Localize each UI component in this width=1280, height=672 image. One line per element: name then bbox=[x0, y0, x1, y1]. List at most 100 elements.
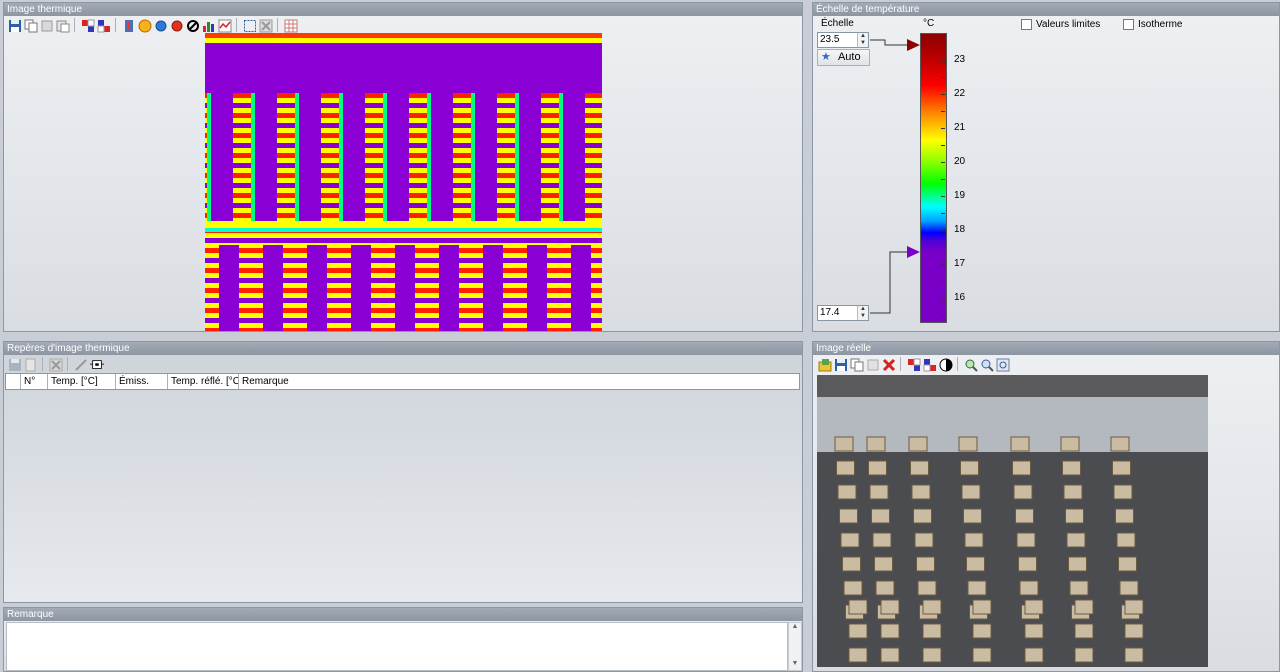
markers-toolbar bbox=[7, 355, 105, 373]
chair bbox=[848, 623, 868, 639]
chair bbox=[1116, 532, 1136, 548]
echelle-label: Échelle bbox=[821, 18, 854, 29]
save-icon[interactable] bbox=[7, 18, 21, 32]
chair bbox=[1066, 532, 1086, 548]
chair bbox=[1074, 647, 1094, 663]
chair bbox=[866, 436, 886, 452]
chair bbox=[1124, 623, 1144, 639]
thermal-column bbox=[475, 93, 497, 221]
coldspot-icon[interactable] bbox=[153, 18, 167, 32]
contrast-icon[interactable] bbox=[938, 357, 953, 372]
palette-icon[interactable] bbox=[906, 357, 921, 371]
toolbar-separator bbox=[115, 18, 116, 32]
chair bbox=[837, 484, 857, 500]
copy-icon[interactable] bbox=[23, 18, 38, 33]
chair bbox=[1065, 508, 1084, 524]
paste-icon[interactable] bbox=[865, 357, 879, 371]
export-icon[interactable] bbox=[89, 357, 105, 371]
chair bbox=[1015, 508, 1034, 524]
thermal-image[interactable] bbox=[205, 33, 602, 331]
real-image-panel: Image réelle bbox=[812, 341, 1280, 672]
palette-icon[interactable] bbox=[80, 18, 95, 32]
chair bbox=[1024, 647, 1044, 663]
thermal-edge bbox=[205, 228, 602, 232]
checkbox-box[interactable] bbox=[1021, 19, 1032, 30]
column-header[interactable]: Remarque bbox=[239, 374, 799, 389]
zoom-out-icon[interactable] bbox=[979, 357, 994, 372]
paste-icon[interactable] bbox=[55, 18, 70, 33]
chair bbox=[958, 436, 978, 452]
isotherme-checkbox[interactable]: Isotherme bbox=[1123, 19, 1182, 30]
chair bbox=[871, 508, 890, 524]
chair bbox=[1112, 460, 1131, 476]
delete-icon[interactable] bbox=[881, 357, 896, 372]
column-header[interactable]: Émiss. bbox=[116, 374, 168, 389]
profile-icon[interactable] bbox=[217, 18, 232, 33]
save-icon[interactable] bbox=[7, 357, 21, 371]
no-measure-icon[interactable] bbox=[185, 18, 199, 32]
thermal-band bbox=[205, 223, 602, 228]
thermal-edge bbox=[339, 93, 343, 221]
thermal-edge bbox=[251, 93, 255, 221]
real-photo[interactable] bbox=[817, 375, 1208, 667]
tick-label: 23 bbox=[954, 54, 966, 65]
zoom-fit-icon[interactable] bbox=[995, 357, 1010, 372]
column-header[interactable]: Temp. réflé. [°C bbox=[168, 374, 239, 389]
column-header[interactable]: N° bbox=[21, 374, 48, 389]
chair bbox=[848, 599, 868, 615]
palette-swap-icon[interactable] bbox=[922, 357, 936, 372]
valeurs-limites-checkbox[interactable]: Valeurs limites bbox=[1021, 19, 1100, 30]
chair bbox=[914, 532, 934, 548]
thermal-edge bbox=[383, 93, 387, 221]
chair bbox=[972, 599, 992, 615]
toolbar-separator bbox=[900, 357, 901, 371]
grid-icon[interactable] bbox=[283, 18, 298, 33]
palette-swap-icon[interactable] bbox=[96, 18, 110, 33]
thermal-column bbox=[431, 93, 453, 221]
delete-area-icon[interactable] bbox=[258, 18, 273, 33]
chair bbox=[960, 460, 979, 476]
copy-icon[interactable] bbox=[23, 357, 37, 372]
checkbox-box[interactable] bbox=[1123, 19, 1134, 30]
chair bbox=[1118, 556, 1137, 572]
chair bbox=[1024, 623, 1044, 639]
chair bbox=[1019, 580, 1039, 596]
chair bbox=[1062, 460, 1081, 476]
thermal-column bbox=[563, 93, 585, 221]
open-icon[interactable] bbox=[817, 357, 832, 372]
cut-icon[interactable] bbox=[39, 18, 53, 32]
chair bbox=[848, 647, 868, 663]
auto-button-label: Auto bbox=[837, 51, 861, 63]
remark-scrollbar[interactable]: ▲ ▼ bbox=[788, 622, 802, 671]
column-header[interactable]: Temp. [°C] bbox=[48, 374, 116, 389]
chair bbox=[868, 460, 887, 476]
thermal-column bbox=[211, 93, 233, 221]
real-panel-title: Image réelle bbox=[813, 342, 1279, 355]
chair bbox=[916, 556, 935, 572]
pen-icon[interactable] bbox=[73, 357, 87, 371]
tick-label: 17 bbox=[954, 258, 966, 269]
select-area-icon[interactable] bbox=[242, 18, 256, 32]
spot-icon[interactable] bbox=[169, 18, 183, 32]
chair bbox=[964, 532, 984, 548]
tick-label: 22 bbox=[954, 88, 966, 99]
remark-textarea[interactable] bbox=[6, 622, 788, 671]
thermometer-icon[interactable] bbox=[121, 18, 135, 32]
save-icon[interactable] bbox=[833, 357, 847, 371]
chair bbox=[836, 460, 855, 476]
hotspot-icon[interactable] bbox=[137, 18, 152, 33]
thermal-column bbox=[395, 245, 415, 331]
thermal-column bbox=[483, 245, 503, 331]
thermal-edge bbox=[207, 93, 211, 221]
copy-icon[interactable] bbox=[849, 357, 864, 372]
chair bbox=[1124, 647, 1144, 663]
scale-panel-title: Échelle de température bbox=[813, 3, 1279, 16]
thermal-column bbox=[299, 93, 321, 221]
histogram-icon[interactable] bbox=[201, 18, 215, 32]
tick-label: 18 bbox=[954, 224, 966, 235]
zoom-in-icon[interactable] bbox=[963, 357, 978, 372]
thermal-column bbox=[255, 93, 277, 221]
delete-icon[interactable] bbox=[48, 357, 63, 372]
chair bbox=[1110, 436, 1130, 452]
tick-label: 16 bbox=[954, 292, 966, 303]
